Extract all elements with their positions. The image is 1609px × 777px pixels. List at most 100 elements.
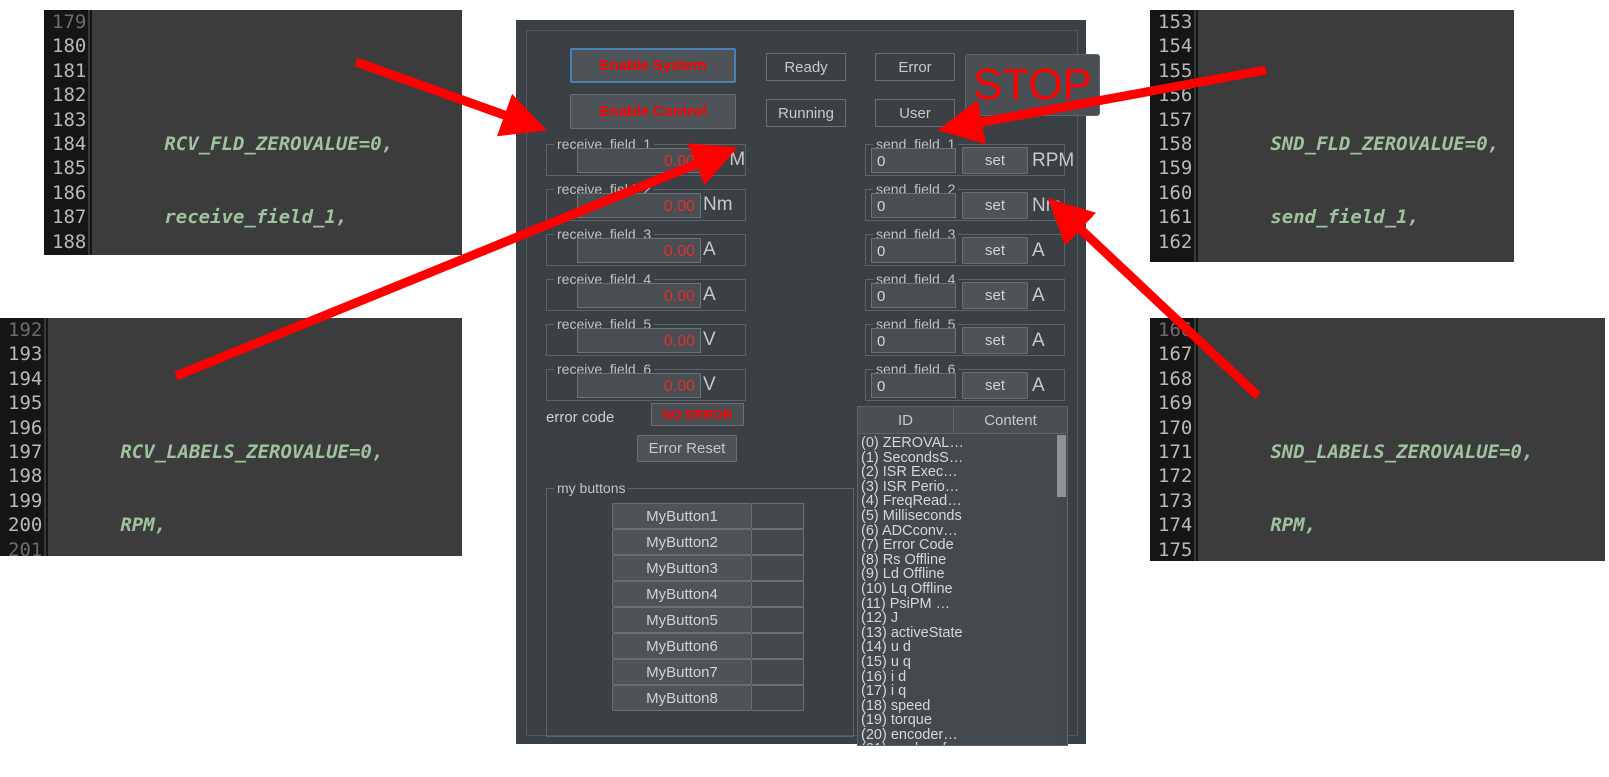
code-panel-send-labels: 166 167 168 169 170 171 172 173 174 175 … <box>1150 318 1605 561</box>
line-number-gutter: 166 167 168 169 170 171 172 173 174 175 <box>1150 318 1199 561</box>
table-body: (0) ZEROVAL… (1) SecondsS… (2) ISR Exec…… <box>858 434 1067 745</box>
my-button-5[interactable]: MyButton5 <box>612 607 752 633</box>
column-header-id[interactable]: ID <box>858 407 954 433</box>
table-row[interactable]: (9) Ld Offline <box>861 567 1067 582</box>
send-field-1-input[interactable]: 0 <box>871 148 956 173</box>
my-button-3[interactable]: MyButton3 <box>612 555 752 581</box>
table-row[interactable]: (12) J <box>861 611 1067 626</box>
table-row[interactable]: (18) speed <box>861 699 1067 714</box>
table-scrollbar-thumb[interactable] <box>1057 435 1066 497</box>
send-field-3-set-button[interactable]: set <box>962 237 1028 264</box>
send-field-3-input[interactable]: 0 <box>871 238 956 263</box>
line-number: 183 <box>52 108 87 131</box>
line-number: 194 <box>8 367 43 390</box>
table-row[interactable]: (2) ISR Exec… <box>861 465 1067 480</box>
id-content-table[interactable]: ID Content (0) ZEROVAL… (1) SecondsS… (2… <box>857 406 1068 746</box>
receive-field-4-group: receive_field_4 0.00 A <box>546 271 746 311</box>
table-row[interactable]: (15) u q <box>861 655 1067 670</box>
my-button-4[interactable]: MyButton4 <box>612 581 752 607</box>
line-number: 198 <box>8 465 43 488</box>
status-user: User <box>875 99 955 127</box>
send-field-4-set-button[interactable]: set <box>962 282 1028 309</box>
send-field-2-input[interactable]: 0 <box>871 193 956 218</box>
receive-field-6-group: receive_field_6 0.00 V <box>546 361 746 401</box>
line-number: 169 <box>1158 392 1193 415</box>
line-number-gutter: 192 193 194 195 196 197 198 199 200 201 <box>0 318 49 556</box>
send-field-1-set-button[interactable]: set <box>962 147 1028 174</box>
my-button-2[interactable]: MyButton2 <box>612 529 752 555</box>
stop-button[interactable]: STOP <box>965 54 1100 116</box>
code-line: RPM, <box>120 514 167 537</box>
table-row[interactable]: (21) angle_of… <box>861 742 1067 745</box>
line-number: 158 <box>1158 132 1193 155</box>
send-field-6-set-button[interactable]: set <box>962 372 1028 399</box>
table-row[interactable]: (8) Rs Offline <box>861 553 1067 568</box>
receive-field-4-unit: A <box>703 284 716 305</box>
table-row[interactable]: (16) i d <box>861 670 1067 685</box>
my-button-3-field[interactable] <box>752 555 804 581</box>
my-button-4-field[interactable] <box>752 581 804 607</box>
table-row[interactable]: (6) ADCconv… <box>861 524 1067 539</box>
receive-field-1-group: receive_field_1 0.00 RPM <box>546 136 746 176</box>
my-button-1[interactable]: MyButton1 <box>612 503 752 529</box>
enable-system-button[interactable]: Enable System <box>570 48 736 83</box>
line-number: 180 <box>52 35 87 58</box>
my-button-8-field[interactable] <box>752 685 804 711</box>
my-button-1-field[interactable] <box>752 503 804 529</box>
line-number: 153 <box>1158 11 1193 33</box>
send-field-4-input[interactable]: 0 <box>871 283 956 308</box>
line-number: 167 <box>1158 343 1193 366</box>
table-row[interactable]: (13) activeState <box>861 626 1067 641</box>
enable-control-button[interactable]: Enable Control <box>570 94 736 129</box>
my-button-row: MyButton7 <box>612 659 817 685</box>
line-number: 171 <box>1158 440 1193 463</box>
table-row[interactable]: (17) i q <box>861 684 1067 699</box>
table-row[interactable]: (4) FreqRead… <box>861 494 1067 509</box>
send-field-5-input[interactable]: 0 <box>871 328 956 353</box>
table-header-row: ID Content <box>858 407 1067 434</box>
line-number: 197 <box>8 440 43 463</box>
my-button-8[interactable]: MyButton8 <box>612 685 752 711</box>
my-button-6[interactable]: MyButton6 <box>612 633 752 659</box>
my-button-7[interactable]: MyButton7 <box>612 659 752 685</box>
table-row[interactable]: (0) ZEROVAL… <box>861 436 1067 451</box>
table-row[interactable]: (7) Error Code <box>861 538 1067 553</box>
send-field-1-unit: RPM <box>1032 150 1075 171</box>
table-row[interactable]: (11) PsiPM … <box>861 597 1067 612</box>
table-row[interactable]: (5) Milliseconds <box>861 509 1067 524</box>
table-row[interactable]: (19) torque <box>861 713 1067 728</box>
code-line: SND_LABELS_ZEROVALUE=0, <box>1270 441 1534 464</box>
my-button-6-field[interactable] <box>752 633 804 659</box>
receive-field-5-group: receive_field_5 0.00 V <box>546 316 746 356</box>
line-number: 186 <box>52 181 87 204</box>
table-row[interactable]: (20) encoder… <box>861 728 1067 743</box>
line-number: 156 <box>1158 84 1193 107</box>
table-row[interactable]: (10) Lq Offline <box>861 582 1067 597</box>
my-button-7-field[interactable] <box>752 659 804 685</box>
send-field-6-input[interactable]: 0 <box>871 373 956 398</box>
gutter-rule <box>44 318 47 556</box>
line-number: 154 <box>1158 35 1193 58</box>
error-reset-button[interactable]: Error Reset <box>637 435 737 462</box>
status-error: Error <box>875 53 955 81</box>
gutter-rule <box>1194 10 1197 262</box>
line-number: 173 <box>1158 489 1193 512</box>
table-row[interactable]: (1) SecondsS… <box>861 451 1067 466</box>
table-row[interactable]: (14) u d <box>861 640 1067 655</box>
line-number: 168 <box>1158 367 1193 390</box>
my-button-2-field[interactable] <box>752 529 804 555</box>
column-header-content[interactable]: Content <box>954 407 1067 433</box>
my-button-5-field[interactable] <box>752 607 804 633</box>
send-field-5-set-button[interactable]: set <box>962 327 1028 354</box>
line-number: 200 <box>8 514 43 537</box>
receive-field-5-unit: V <box>703 329 716 350</box>
line-number: 160 <box>1158 181 1193 204</box>
send-field-6-unit: A <box>1032 375 1045 396</box>
code-panel-receive-fields: 179 180 181 182 183 184 185 186 187 188 … <box>44 10 462 255</box>
send-field-2-set-button[interactable]: set <box>962 192 1028 219</box>
line-number-gutter: 153 154 155 156 157 158 159 160 161 162 <box>1150 10 1199 262</box>
table-row[interactable]: (3) ISR Perio… <box>861 480 1067 495</box>
